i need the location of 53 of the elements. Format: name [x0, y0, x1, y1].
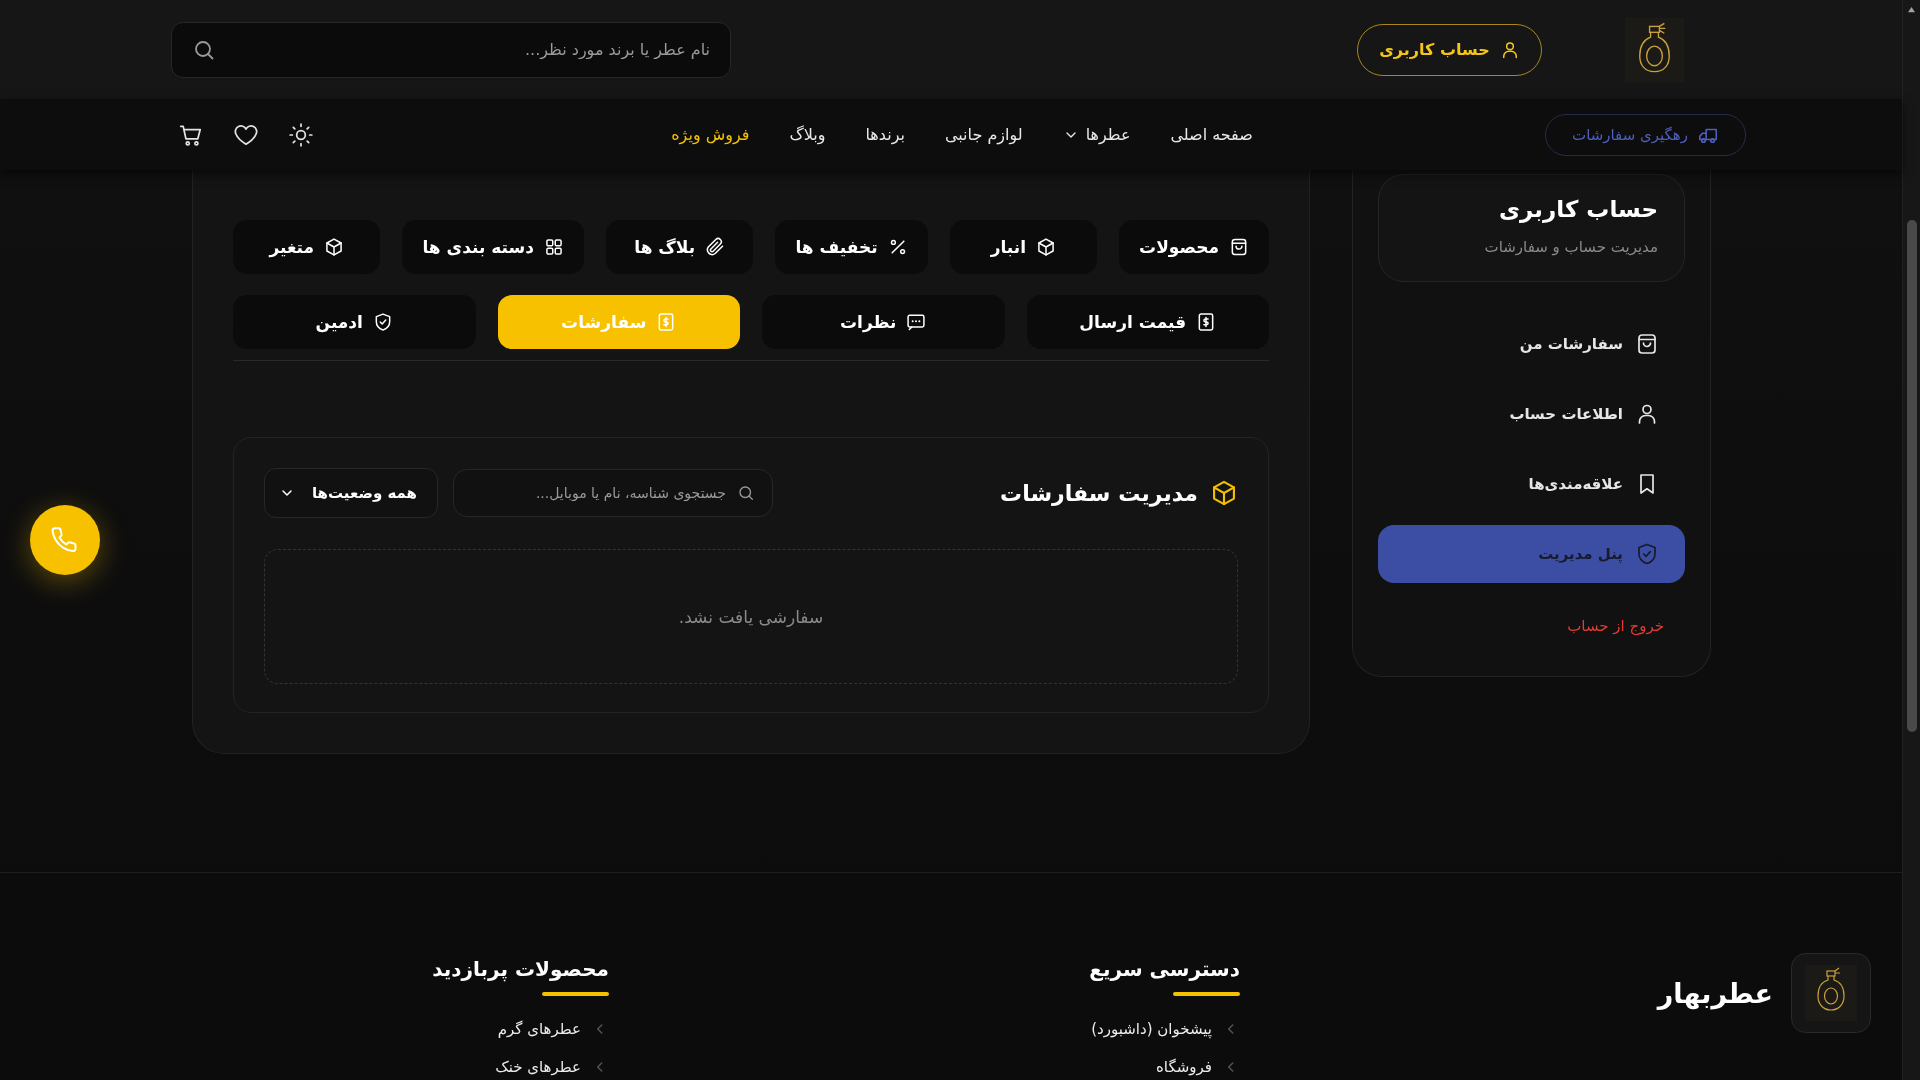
scrollbar[interactable]	[1902, 0, 1920, 1080]
orders-title: مدیریت سفارشات	[1000, 480, 1198, 506]
footer-link[interactable]: عطرهای گرم	[497, 1018, 607, 1040]
scrollbar-thumb[interactable]	[1906, 220, 1917, 732]
admin-tab[interactable]: ادمین	[233, 295, 476, 349]
accent-underline	[542, 992, 609, 996]
box-icon	[324, 237, 345, 257]
sidebar-item[interactable]: علاقه‌مندی‌ها	[1378, 455, 1685, 513]
logout-link[interactable]: خروج از حساب	[1567, 614, 1685, 638]
chat-bubble-icon	[906, 312, 927, 332]
sidebar-subtitle: مدیریت حساب و سفارشات	[1484, 237, 1658, 258]
shield-check-icon	[1635, 542, 1659, 566]
admin-tab[interactable]: بلاگ ها	[605, 220, 754, 274]
admin-tab[interactable]: نظرات	[762, 295, 1005, 349]
perfume-bottle-logo[interactable]	[1791, 953, 1871, 1033]
admin-tab[interactable]: تخفیف ها	[775, 220, 928, 274]
perfume-bottle-logo[interactable]	[1625, 16, 1684, 83]
footer-link[interactable]: عطرهای خنک	[495, 1056, 607, 1078]
admin-tab[interactable]: دسته بندی ها	[402, 220, 584, 274]
phone-icon	[51, 526, 79, 554]
accent-underline	[1173, 992, 1240, 996]
nav-link[interactable]: عطرها	[1062, 125, 1131, 144]
sidebar-item[interactable]: اطلاعات حساب	[1378, 385, 1685, 443]
sun-icon[interactable]	[288, 121, 314, 148]
admin-tab[interactable]: متغیر	[233, 220, 381, 274]
box-icon	[1210, 479, 1238, 507]
footer-link[interactable]: پیشخوان (داشبورد)	[1091, 1018, 1238, 1040]
scroll-up-arrow-icon[interactable]	[1907, 6, 1916, 13]
footer-column-title: دسترسی سریع	[1089, 956, 1240, 983]
footer-column-title: محصولات پربازدید	[432, 956, 609, 983]
phone-button[interactable]	[30, 505, 100, 575]
nav-link[interactable]: صفحه اصلی	[1170, 125, 1253, 144]
nav-link[interactable]: فروش ویژه	[671, 125, 750, 144]
admin-tab[interactable]: انبار	[949, 220, 1098, 274]
search-field[interactable]: نام عطر یا برند مورد نظر...	[171, 21, 731, 78]
admin-tab[interactable]: محصولات	[1119, 220, 1269, 274]
shopping-bag-icon	[1635, 332, 1659, 356]
nav-link[interactable]: برندها	[865, 125, 905, 144]
footer-brand-name: عطربهار	[1657, 977, 1773, 1009]
shopping-bag-icon	[1229, 237, 1249, 257]
search-icon	[737, 484, 755, 502]
footer-link[interactable]: فروشگاه	[1156, 1056, 1238, 1078]
box-icon	[1036, 237, 1056, 257]
grid-icon	[543, 237, 564, 257]
empty-message: سفارشی یافت نشد.	[678, 606, 824, 627]
sidebar-item[interactable]: سفارشات من	[1378, 315, 1685, 373]
sidebar-title: حساب کاربری	[1499, 195, 1658, 224]
nav-link[interactable]: لوازم جانبی	[944, 125, 1023, 144]
status-select[interactable]: همه وضعیت‌ها	[264, 468, 438, 518]
paperclip-icon	[705, 237, 726, 257]
search-field[interactable]: جستجوی شناسه، نام یا موبایل...	[453, 469, 773, 517]
admin-tab[interactable]: قیمت ارسال	[1026, 295, 1269, 349]
nav-link[interactable]: وبلاگ	[789, 125, 826, 144]
